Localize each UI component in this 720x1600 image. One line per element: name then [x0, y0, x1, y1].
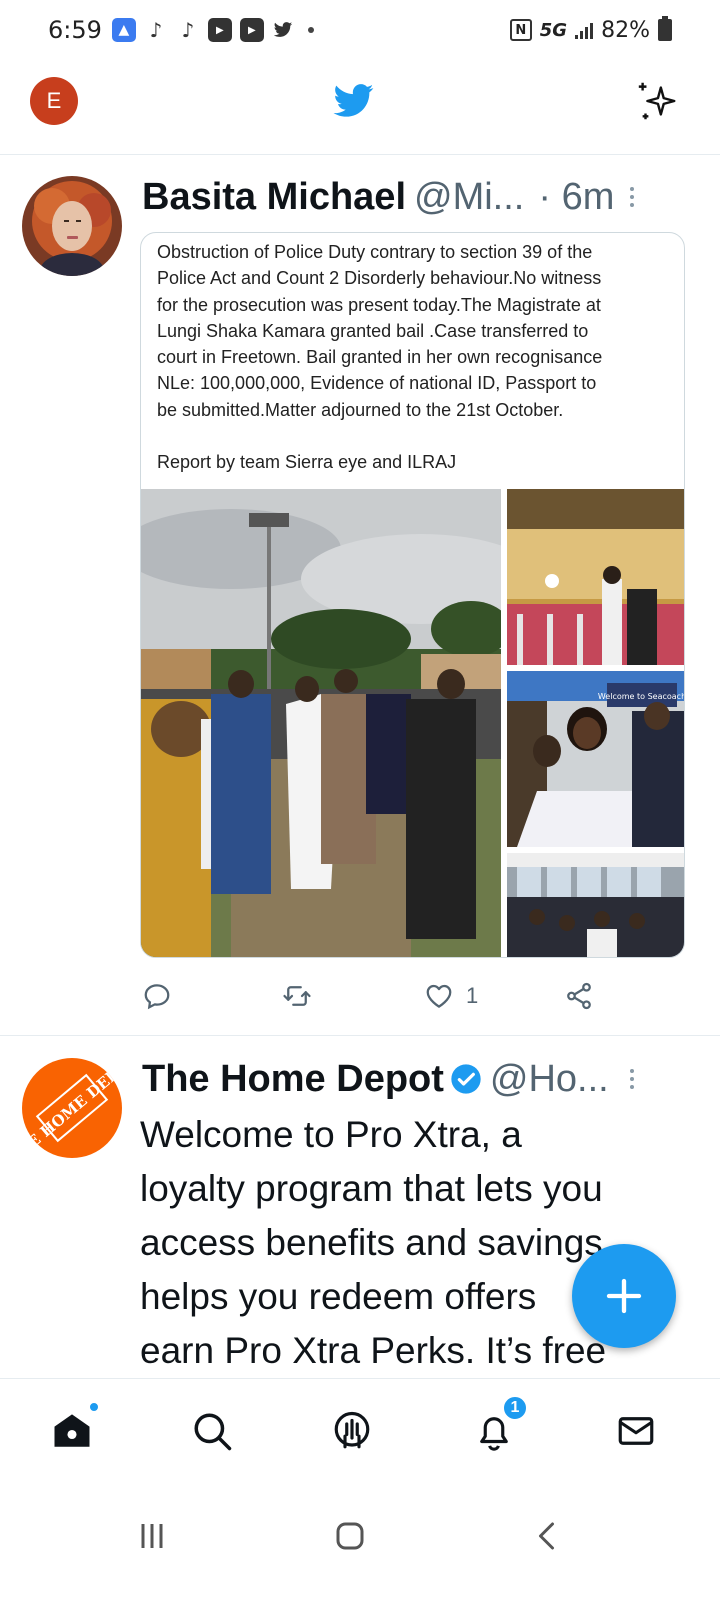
nfc-icon: N	[509, 19, 532, 41]
status-time: 6:59	[48, 16, 102, 44]
nav-spaces[interactable]	[328, 1407, 376, 1455]
photo-crowd-walking[interactable]	[141, 489, 501, 957]
like-count: 1	[466, 983, 479, 1008]
image-text-line: be submitted.Matter adjourned to the 21s…	[157, 399, 564, 420]
reply-button[interactable]	[142, 976, 184, 1016]
author-avatar[interactable]	[22, 176, 122, 276]
bottom-navigation: 1	[0, 1378, 720, 1478]
photo-boat-interior[interactable]	[507, 853, 684, 957]
recent-apps-icon	[141, 1524, 163, 1548]
system-navigation-bar	[0, 1478, 720, 1600]
tweet-text-line: loyalty program that lets you	[140, 1168, 603, 1209]
spaces-icon	[334, 1411, 370, 1449]
author-handle[interactable]: @Ho...	[490, 1058, 609, 1101]
image-text-line: Obstruction of Police Duty contrary to s…	[157, 242, 593, 262]
image-text-line: Police Act and Count 2 Disorderly behavi…	[157, 268, 602, 289]
tweet-time: · 6m	[538, 176, 614, 219]
youtube-icon: ▶	[239, 18, 264, 42]
timeline-feed[interactable]: Basita Michael @Mi... · 6m Obstruction o…	[0, 156, 720, 1378]
photo-collage[interactable]: Welcome to Seacoach	[141, 489, 685, 957]
tweet-header: Basita Michael @Mi... · 6m	[142, 174, 680, 220]
tweet-actions: 1	[142, 976, 612, 1016]
messages-icon	[618, 1417, 654, 1445]
sparkle-icon[interactable]	[634, 78, 680, 124]
nav-messages[interactable]	[612, 1407, 660, 1455]
twitter-bird-icon[interactable]	[332, 80, 376, 120]
author-handle[interactable]: @Mi...	[414, 176, 524, 219]
notification-count-badge: 1	[502, 1395, 528, 1421]
app-header: E	[0, 60, 720, 155]
nav-notifications[interactable]: 1	[470, 1395, 528, 1455]
image-text-line: for the prosecution was present today.Th…	[157, 294, 601, 315]
sign-text: Welcome to Seacoach	[598, 692, 685, 701]
author-name[interactable]: The Home Depot	[142, 1058, 444, 1101]
battery-icon	[658, 16, 672, 41]
heart-icon	[426, 984, 452, 1008]
signal-icon	[575, 21, 594, 39]
nav-search[interactable]	[188, 1407, 236, 1455]
battery-percent: 82%	[601, 17, 650, 43]
back-button[interactable]	[518, 1506, 578, 1566]
back-icon	[539, 1522, 554, 1550]
new-content-dot	[88, 1401, 100, 1413]
photo-woman-smiling[interactable]: Welcome to Seacoach	[507, 671, 685, 847]
compose-tweet-button[interactable]	[572, 1244, 676, 1348]
plus-icon	[606, 1278, 642, 1314]
tweet-image-card[interactable]: Obstruction of Police Duty contrary to s…	[140, 232, 685, 958]
status-bar: 6:59 ▲ ♪ ♪ ▶ ▶ N 5G 82%	[0, 0, 720, 60]
verified-badge-icon	[451, 1064, 481, 1094]
more-options-icon[interactable]	[628, 1069, 636, 1089]
home-system-button[interactable]	[320, 1506, 380, 1566]
notification-icons: ▲ ♪ ♪ ▶ ▶	[111, 18, 314, 42]
retweet-icon	[283, 986, 311, 1006]
nav-home[interactable]	[48, 1401, 100, 1455]
tiktok-icon: ♪	[149, 18, 163, 42]
image-text-footer: Report by team Sierra eye and ILRAJ	[157, 452, 457, 473]
home-circle-icon	[336, 1522, 364, 1550]
tweet-time-value: 6m	[561, 175, 615, 218]
twitter-icon	[273, 22, 293, 37]
more-options-icon[interactable]	[628, 187, 636, 207]
share-button[interactable]	[564, 976, 594, 1016]
image-text-block: Obstruction of Police Duty contrary to s…	[141, 233, 684, 488]
home-icon	[54, 1414, 90, 1447]
tweet-header: The Home Depot @Ho...	[142, 1056, 680, 1102]
reply-icon	[144, 984, 170, 1010]
profile-avatar-button[interactable]: E	[30, 77, 78, 125]
youtube-icon: ▶	[207, 18, 232, 42]
share-icon	[567, 982, 591, 1010]
author-avatar[interactable]: THE HOME DEPOT	[22, 1058, 122, 1158]
tiktok-icon: ♪	[181, 18, 195, 42]
retweet-button[interactable]	[282, 976, 324, 1016]
image-text-line: Lungi Shaka Kamara granted bail .Case tr…	[157, 320, 589, 341]
like-button[interactable]: 1	[424, 976, 478, 1016]
time-separator: ·	[538, 175, 552, 218]
image-text-line: NLe: 100,000,000, Evidence of national I…	[157, 373, 597, 394]
image-text-line: court in Freetown. Bail granted in her o…	[157, 347, 603, 368]
system-status: N 5G 82%	[509, 16, 672, 43]
recent-apps-button[interactable]	[122, 1506, 182, 1566]
network-type: 5G	[539, 19, 568, 41]
android-auto-icon: ▲	[111, 18, 136, 42]
search-icon	[194, 1413, 232, 1451]
photo-courtroom[interactable]	[507, 489, 684, 665]
author-name[interactable]: Basita Michael	[142, 176, 406, 219]
tweet-card[interactable]: Basita Michael @Mi... · 6m Obstruction o…	[0, 156, 720, 1036]
more-notifications-dot	[307, 27, 314, 33]
tweet-text-line: Welcome to Pro Xtra, a	[140, 1114, 522, 1155]
